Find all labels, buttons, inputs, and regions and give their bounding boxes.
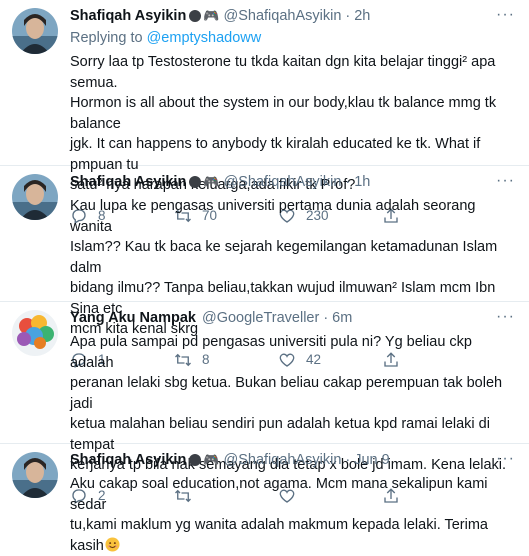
- tweet[interactable]: Shafiqah Asyikin 🎮 @ShafiqahAsyikin · 1h…: [0, 166, 529, 368]
- more-horizontal-icon[interactable]: ···: [496, 172, 515, 190]
- user-handle[interactable]: @GoogleTraveller: [202, 308, 319, 328]
- tweet[interactable]: Yang Aku Nampak @GoogleTraveller · 6m ··…: [0, 302, 529, 504]
- more-horizontal-icon[interactable]: ···: [496, 308, 515, 326]
- timestamp[interactable]: 2h: [354, 6, 370, 26]
- display-name[interactable]: Shafiqah Asyikin: [70, 450, 186, 470]
- replying-to-label: Replying to: [70, 30, 143, 46]
- tweet-header: Shafiqah Asyikin 🎮 @ShafiqahAsyikin · Ju…: [70, 450, 517, 470]
- tweet-text: Aku cakap soal education,not agama. Mcm …: [70, 476, 488, 554]
- timestamp[interactable]: Jun 9: [354, 450, 389, 470]
- avatar[interactable]: [12, 452, 58, 498]
- gamepad-icon: 🎮: [203, 174, 220, 189]
- mention-link[interactable]: @emptyshadoww: [147, 30, 262, 46]
- tweet-header: Yang Aku Nampak @GoogleTraveller · 6m: [70, 308, 517, 328]
- dark-circle-icon: [189, 176, 202, 188]
- tweet-text-wrap: Aku cakap soal education,not agama. Mcm …: [70, 474, 517, 556]
- timestamp[interactable]: 6m: [332, 308, 352, 328]
- display-name[interactable]: Shafiqah Asyikin: [70, 172, 186, 192]
- display-name[interactable]: Shafiqah Asyikin: [70, 6, 186, 26]
- display-name[interactable]: Yang Aku Nampak: [70, 308, 196, 328]
- separator-dot: ·: [345, 452, 351, 468]
- avatar[interactable]: [12, 174, 58, 220]
- replying-to: Replying to @emptyshadoww: [70, 28, 517, 48]
- more-horizontal-icon[interactable]: ···: [496, 450, 515, 468]
- gamepad-icon: 🎮: [203, 8, 220, 23]
- dark-circle-icon: [189, 454, 202, 466]
- tweet[interactable]: Shafiqah Asyikin 🎮 @ShafiqahAsyikin · Ju…: [0, 444, 529, 554]
- tweet-header: Shafiqah Asyikin 🎮 @ShafiqahAsyikin · 2h: [70, 6, 517, 26]
- separator-dot: ·: [345, 174, 351, 190]
- smiling-face-emoji: [105, 536, 120, 552]
- avatar[interactable]: [12, 310, 58, 356]
- separator-dot: ·: [323, 310, 329, 326]
- tweet-header: Shafiqah Asyikin 🎮 @ShafiqahAsyikin · 1h: [70, 172, 517, 192]
- gamepad-icon: 🎮: [203, 452, 220, 467]
- dark-circle-icon: [189, 10, 202, 22]
- timestamp[interactable]: 1h: [354, 172, 370, 192]
- user-handle[interactable]: @ShafiqahAsyikin: [224, 450, 342, 470]
- user-handle[interactable]: @ShafiqahAsyikin: [224, 6, 342, 26]
- separator-dot: ·: [345, 8, 351, 24]
- tweet-feed: Shafiqah Asyikin 🎮 @ShafiqahAsyikin · 2h…: [0, 0, 529, 554]
- user-handle[interactable]: @ShafiqahAsyikin: [224, 172, 342, 192]
- avatar[interactable]: [12, 8, 58, 54]
- more-horizontal-icon[interactable]: ···: [496, 6, 515, 24]
- tweet[interactable]: Shafiqah Asyikin 🎮 @ShafiqahAsyikin · 2h…: [0, 0, 529, 224]
